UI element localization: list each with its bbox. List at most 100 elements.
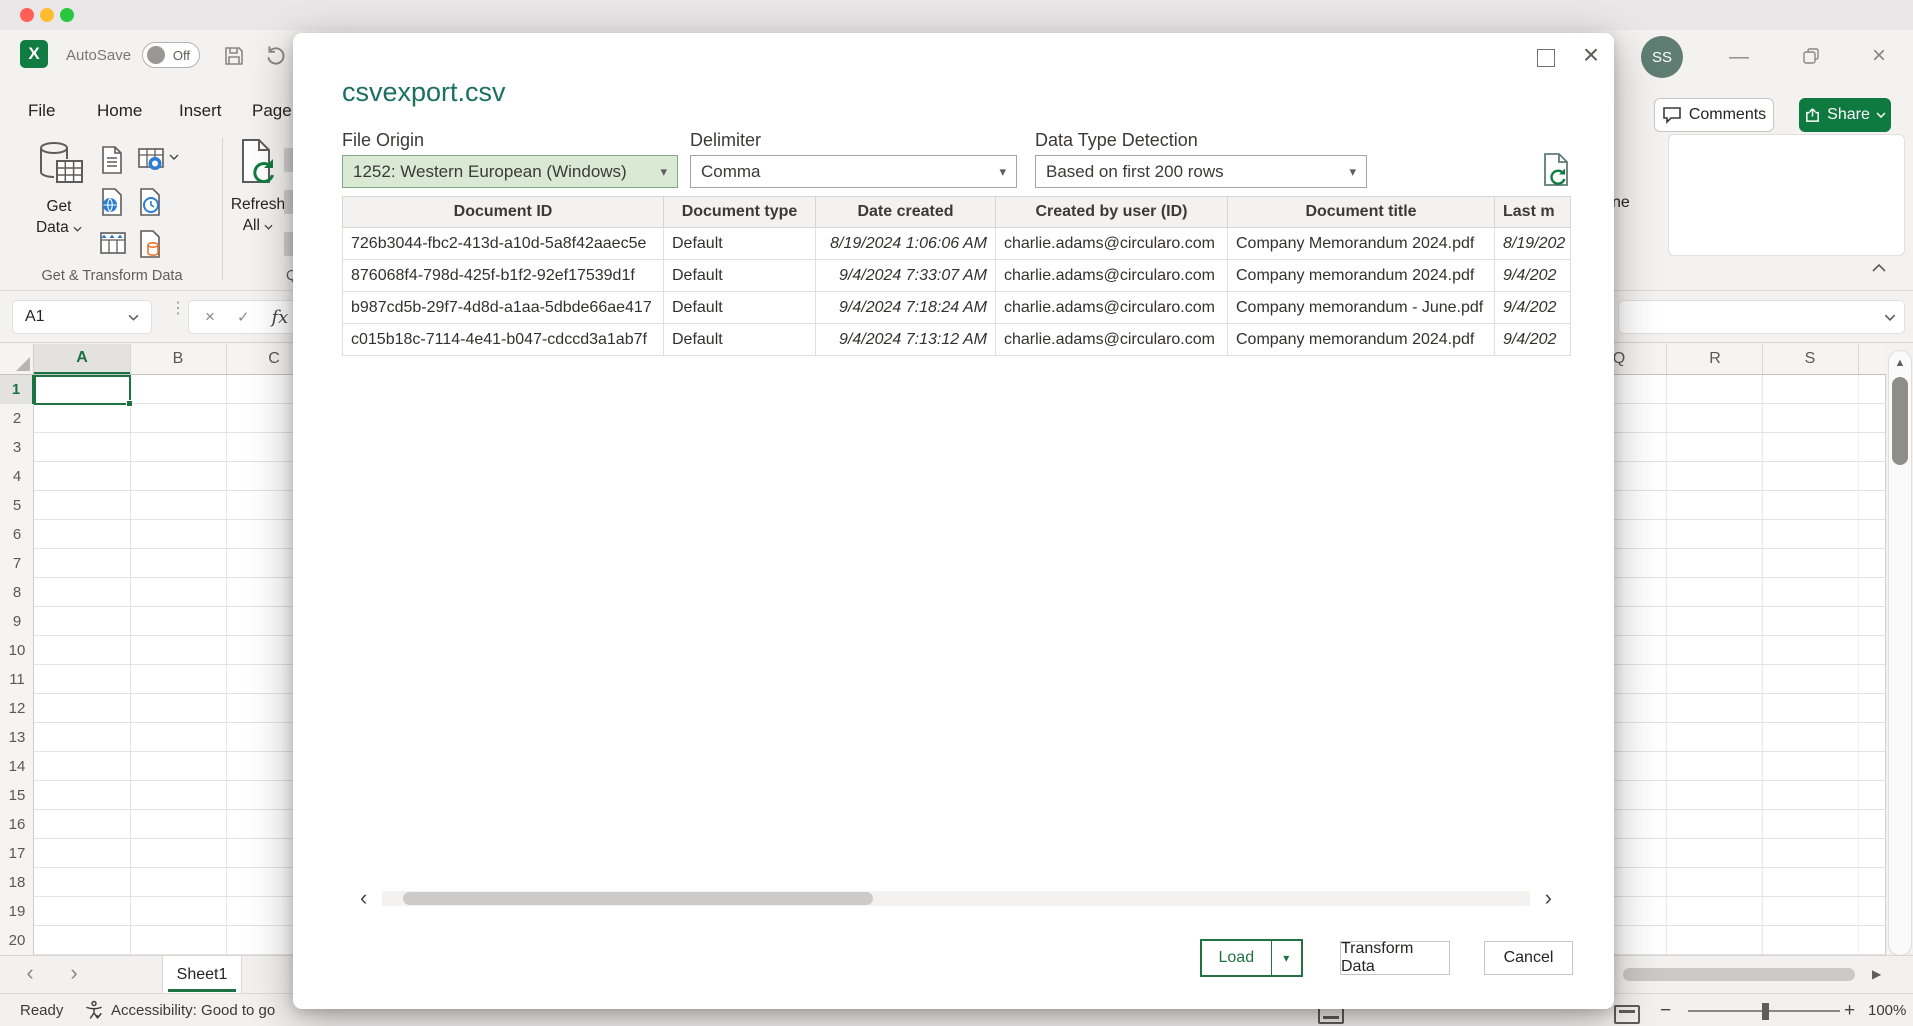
refresh-preview-icon[interactable] <box>1541 153 1571 186</box>
zoom-out-icon[interactable]: − <box>1660 1000 1671 1022</box>
load-button[interactable]: Load ▾ <box>1200 939 1303 977</box>
refresh-all-button[interactable]: Refresh All <box>226 138 290 237</box>
cell: charlie.adams@circularo.com <box>996 260 1228 292</box>
window-close-button[interactable]: × <box>1864 42 1894 70</box>
window-minimize-button[interactable]: — <box>1724 46 1754 69</box>
dialog-horizontal-scrollbar[interactable]: ‹ › <box>342 888 1570 910</box>
row-header[interactable]: 8 <box>0 578 34 607</box>
cell: charlie.adams@circularo.com <box>996 228 1228 260</box>
row-header[interactable]: 3 <box>0 433 34 462</box>
load-button-label[interactable]: Load <box>1202 941 1271 975</box>
from-web-icon[interactable] <box>100 188 124 216</box>
chevron-down-icon <box>73 226 82 232</box>
formula-bar[interactable]: × ✓ fx <box>188 300 308 334</box>
autosave-toggle[interactable]: Off <box>142 42 200 68</box>
horizontal-scroll-thumb[interactable] <box>1623 968 1855 981</box>
recent-sources-icon[interactable] <box>138 188 162 216</box>
chevron-down-icon[interactable] <box>169 154 179 160</box>
account-avatar[interactable]: SS <box>1641 36 1683 78</box>
fill-handle[interactable] <box>126 400 133 407</box>
load-dropdown-icon[interactable]: ▾ <box>1271 941 1301 975</box>
confirm-entry-icon[interactable]: ✓ <box>237 308 250 326</box>
toggle-knob-icon <box>147 46 165 64</box>
dialog-maximize-button[interactable] <box>1531 43 1561 73</box>
next-sheet-icon[interactable]: › <box>62 960 86 986</box>
name-box[interactable]: A1 <box>12 300 152 334</box>
accessibility-status[interactable]: Accessibility: Good to go <box>84 1000 275 1020</box>
scroll-thumb[interactable] <box>403 892 873 905</box>
vertical-scroll-thumb[interactable] <box>1892 377 1908 465</box>
get-data-label-1: Get <box>24 197 94 218</box>
from-database-file-icon[interactable] <box>138 230 162 258</box>
active-cell-a1[interactable] <box>34 375 131 405</box>
row-header[interactable]: 18 <box>0 868 34 897</box>
tab-file[interactable]: File <box>28 101 55 121</box>
get-data-button[interactable]: Get Data <box>24 138 94 239</box>
row-header[interactable]: 6 <box>0 520 34 549</box>
scroll-up-icon[interactable]: ▲ <box>1889 357 1911 369</box>
row-header[interactable]: 10 <box>0 636 34 665</box>
scroll-right-icon[interactable]: ▶ <box>1872 967 1881 981</box>
share-button[interactable]: Share <box>1799 98 1891 132</box>
row-header[interactable]: 19 <box>0 897 34 926</box>
row-header[interactable]: 12 <box>0 694 34 723</box>
file-origin-select[interactable]: 1252: Western European (Windows) ▾ <box>342 155 678 188</box>
row-header[interactable]: 1 <box>0 375 34 404</box>
delimiter-select[interactable]: Comma ▾ <box>690 155 1017 188</box>
zoom-in-icon[interactable]: + <box>1844 1000 1855 1022</box>
prev-sheet-icon[interactable]: ‹ <box>18 960 42 986</box>
page-layout-view-icon[interactable] <box>1614 1005 1640 1024</box>
zoom-slider-thumb[interactable] <box>1762 1003 1769 1020</box>
column-header-b[interactable]: B <box>130 344 226 374</box>
table-row: c015b18c-7114-4e41-b047-cdccd3a1ab7f Def… <box>343 324 1571 356</box>
row-header[interactable]: 11 <box>0 665 34 694</box>
select-all-corner[interactable] <box>0 344 34 374</box>
row-header[interactable]: 7 <box>0 549 34 578</box>
cancel-button[interactable]: Cancel <box>1484 941 1573 975</box>
row-header[interactable]: 13 <box>0 723 34 752</box>
from-picture-table-icon[interactable] <box>138 148 164 172</box>
from-text-file-icon[interactable] <box>100 146 124 174</box>
row-header[interactable]: 2 <box>0 404 34 433</box>
refresh-all-icon <box>237 138 279 188</box>
collapse-ribbon-icon[interactable] <box>1872 264 1886 272</box>
excel-logo-icon: X <box>20 40 48 68</box>
row-header[interactable]: 16 <box>0 810 34 839</box>
vertical-scrollbar[interactable]: ▲ <box>1888 350 1912 956</box>
save-icon[interactable] <box>222 44 246 68</box>
insert-function-icon[interactable]: fx <box>272 307 289 328</box>
sheet-tab-sheet1[interactable]: Sheet1 <box>162 956 242 994</box>
existing-connections-icon[interactable] <box>100 230 126 254</box>
mac-close-button[interactable] <box>20 8 34 22</box>
window-restore-button[interactable] <box>1796 48 1826 64</box>
mac-minimize-button[interactable] <box>40 8 54 22</box>
accessibility-label: Accessibility: Good to go <box>111 1002 275 1019</box>
dialog-close-button[interactable]: × <box>1573 37 1609 73</box>
zoom-percentage[interactable]: 100% <box>1868 1002 1906 1019</box>
row-header[interactable]: 14 <box>0 752 34 781</box>
row-header[interactable]: 5 <box>0 491 34 520</box>
row-header[interactable]: 17 <box>0 839 34 868</box>
data-type-detection-select[interactable]: Based on first 200 rows ▾ <box>1035 155 1367 188</box>
row-header[interactable]: 15 <box>0 781 34 810</box>
row-header[interactable]: 20 <box>0 926 34 955</box>
comments-button[interactable]: Comments <box>1654 98 1774 132</box>
row-header[interactable]: 9 <box>0 607 34 636</box>
column-header-a[interactable]: A <box>34 344 130 374</box>
mac-zoom-button[interactable] <box>60 8 74 22</box>
column-header-s[interactable]: S <box>1762 344 1858 374</box>
transform-data-button[interactable]: Transform Data <box>1340 941 1450 975</box>
tab-home[interactable]: Home <box>97 101 142 121</box>
row-header[interactable]: 4 <box>0 462 34 491</box>
scroll-left-icon[interactable]: ‹ <box>360 885 367 911</box>
undo-icon[interactable] <box>264 42 288 66</box>
tab-insert[interactable]: Insert <box>179 101 222 121</box>
get-data-icon <box>33 138 85 190</box>
partial-icon <box>284 148 293 172</box>
group-label-get-transform: Get & Transform Data <box>22 268 202 284</box>
scroll-right-icon[interactable]: › <box>1545 885 1552 911</box>
cancel-entry-icon[interactable]: × <box>205 307 215 327</box>
expand-formula-bar-icon[interactable] <box>1884 314 1896 321</box>
formula-bar-handle[interactable]: ⋮ <box>170 304 186 313</box>
column-header-r[interactable]: R <box>1667 344 1763 374</box>
